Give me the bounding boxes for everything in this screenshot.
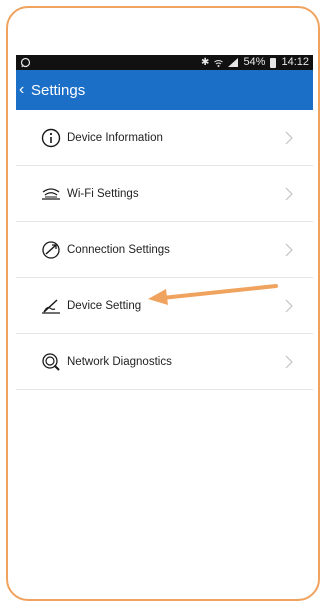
chevron-right-icon xyxy=(285,355,293,368)
settings-item-device-information[interactable]: Device Information xyxy=(16,110,313,166)
chevron-left-icon[interactable]: ‹ xyxy=(19,82,31,98)
chevron-right-icon xyxy=(285,299,293,312)
settings-item-label: Connection Settings xyxy=(67,243,170,256)
settings-item-label: Network Diagnostics xyxy=(67,355,172,368)
battery-icon xyxy=(270,57,277,68)
pen-icon xyxy=(42,298,60,314)
wifi-signal-icon xyxy=(42,187,60,200)
settings-list: Device Information Wi-Fi Settings Connec… xyxy=(16,110,313,390)
chevron-right-icon xyxy=(285,131,293,144)
settings-item-label: Device Information xyxy=(67,131,163,144)
signal-icon xyxy=(228,58,239,67)
app-header: ‹ Settings xyxy=(16,70,313,110)
settings-item-device-setting[interactable]: Device Setting xyxy=(16,278,313,334)
info-circle-icon xyxy=(41,128,61,147)
settings-item-label: Device Setting xyxy=(67,299,142,312)
settings-item-connection-settings[interactable]: Connection Settings xyxy=(16,222,313,278)
settings-item-label: Wi-Fi Settings xyxy=(67,187,139,200)
settings-item-wifi-settings[interactable]: Wi-Fi Settings xyxy=(16,166,313,222)
settings-item-network-diagnostics[interactable]: Network Diagnostics xyxy=(16,334,313,390)
chevron-right-icon xyxy=(285,243,293,256)
wifi-icon xyxy=(214,59,224,67)
status-bar: ✱ 54% 14:12 xyxy=(16,55,313,70)
battery-percent: 54% xyxy=(243,56,266,68)
network-search-icon xyxy=(42,352,60,371)
page-title: Settings xyxy=(31,81,86,99)
bluetooth-icon: ✱ xyxy=(201,57,210,68)
link-gauge-icon xyxy=(42,240,60,259)
clock-time: 14:12 xyxy=(281,56,309,68)
chevron-right-icon xyxy=(285,187,293,200)
